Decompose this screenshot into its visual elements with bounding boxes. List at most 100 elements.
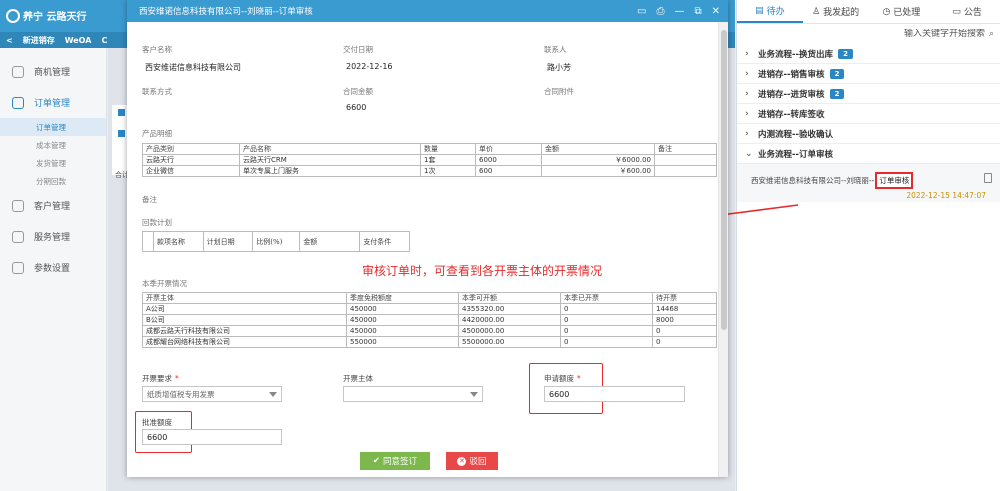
required-mark: * bbox=[577, 374, 581, 383]
invoice-requirement-select[interactable]: 纸质增值税专用发票 bbox=[142, 386, 282, 402]
order-icon bbox=[12, 96, 24, 109]
column-header: 开票主体 bbox=[142, 292, 347, 304]
group-acceptance[interactable]: › 内测流程--验收确认 bbox=[737, 124, 1000, 144]
tab-processed[interactable]: ◷ 已处理 bbox=[869, 0, 935, 23]
count-badge: 2 bbox=[829, 68, 845, 79]
column-header: 款项名称 bbox=[153, 231, 204, 252]
logo-text: 养宁 云路天行 bbox=[23, 12, 87, 23]
contact-value: 路小芳 bbox=[547, 63, 571, 72]
minimize-icon[interactable]: — bbox=[674, 6, 684, 17]
sidebar-item-settings[interactable]: 参数设置 bbox=[0, 252, 106, 283]
contract-attachment-label: 合同附件 bbox=[544, 87, 574, 96]
search-icon[interactable]: ⌕ bbox=[989, 29, 994, 39]
search-input[interactable] bbox=[854, 29, 985, 39]
chevron-down-icon bbox=[269, 391, 277, 397]
table-header-row: 开票主体 季度免税额度 本季可开额 本季已开票 待开票 bbox=[142, 292, 717, 304]
group-order-review[interactable]: ⌄ 业务流程--订单审核 bbox=[737, 144, 1000, 164]
table-cell: ￥6000.00 bbox=[541, 154, 655, 166]
delivery-date-value: 2022-12-16 bbox=[346, 62, 393, 71]
approve-amount-label: 批准额度 bbox=[142, 418, 172, 427]
sidebar-item-orders[interactable]: 订单管理 bbox=[0, 87, 106, 118]
todo-item[interactable]: 西安维诺信息科技有限公司--刘晓丽-- 订单审核 2022-12-15 14:4… bbox=[737, 164, 1000, 202]
dialog-scrollbar[interactable] bbox=[718, 22, 728, 477]
chevron-right-icon: › bbox=[745, 48, 749, 59]
count-badge: 2 bbox=[838, 48, 853, 59]
sidebar-item-label: 商机管理 bbox=[34, 68, 71, 78]
table-cell: A公司 bbox=[142, 303, 347, 315]
table-cell: 1套 bbox=[420, 154, 476, 166]
column-header: 本季已开票 bbox=[560, 292, 653, 304]
apply-amount-input[interactable] bbox=[544, 386, 685, 402]
nav-back-icon[interactable]: < bbox=[6, 36, 13, 45]
table-cell: 5500000.00 bbox=[458, 336, 561, 348]
maximize-icon[interactable]: ⧉ bbox=[694, 6, 701, 17]
column-header: 本季可开额 bbox=[458, 292, 561, 304]
tab-todo[interactable]: ▤ 待办 bbox=[737, 0, 803, 23]
table-cell: 成都云路天行科技有限公司 bbox=[142, 325, 347, 337]
table-header-row: 款项名称 计划日期 比例(%) 金额 支付条件 bbox=[142, 231, 410, 252]
column-header: 季度免税额度 bbox=[346, 292, 459, 304]
sidebar-sub-installment[interactable]: 分期回款 bbox=[0, 172, 106, 190]
column-header bbox=[142, 231, 154, 252]
group-purchase-review[interactable]: › 进销存--进货审核 2 bbox=[737, 84, 1000, 104]
tab-initiated[interactable]: ♙ 我发起的 bbox=[803, 0, 869, 23]
checkbox[interactable] bbox=[118, 130, 125, 137]
payment-plan-table: 款项名称 计划日期 比例(%) 金额 支付条件 bbox=[142, 231, 410, 252]
remark-label: 备注 bbox=[142, 195, 157, 204]
button-label: 同意签订 bbox=[383, 457, 418, 467]
customer-icon bbox=[12, 199, 24, 212]
sidebar-item-customers[interactable]: 客户管理 bbox=[0, 190, 106, 221]
invoice-table: 开票主体 季度免税额度 本季可开额 本季已开票 待开票 A公司 450000 4… bbox=[142, 292, 717, 348]
tab-label: 已处理 bbox=[893, 8, 921, 18]
todo-item-text: 西安维诺信息科技有限公司--刘晓丽-- bbox=[751, 176, 875, 185]
products-table: 产品类别 产品名称 数量 单价 金额 备注 云路天行 云路天行CRM 1套 60… bbox=[142, 143, 717, 177]
column-header: 金额 bbox=[541, 143, 655, 155]
group-sales-review[interactable]: › 进销存--销售审核 2 bbox=[737, 64, 1000, 84]
comment-icon[interactable]: ▭ bbox=[637, 6, 646, 17]
checkbox[interactable] bbox=[118, 109, 125, 116]
table-cell: 单次专属上门服务 bbox=[239, 165, 421, 177]
dialog-body: 客户名称 西安维诺信息科技有限公司 交付日期 2022-12-16 联系人 路小… bbox=[127, 22, 717, 477]
settings-icon bbox=[12, 261, 24, 274]
table-cell: 0 bbox=[652, 325, 717, 337]
group-label: 业务流程--换货出库 bbox=[758, 49, 834, 60]
table-cell: 云路天行 bbox=[142, 154, 240, 166]
print-icon[interactable]: ⎙ bbox=[656, 6, 664, 17]
dialog-title: 西安维诺信息科技有限公司--刘晓丽--订单审核 bbox=[139, 7, 313, 17]
sidebar-sub-orders[interactable]: 订单管理 bbox=[0, 118, 106, 136]
nav-item[interactable]: 新进销存 bbox=[23, 35, 55, 46]
table-row: B公司 450000 4420000.00 0 8000 bbox=[142, 314, 717, 326]
table-cell: ￥600.00 bbox=[541, 165, 655, 177]
scrollbar-thumb[interactable] bbox=[721, 30, 727, 330]
label-text: 申请额度 bbox=[544, 374, 574, 383]
column-header: 产品名称 bbox=[239, 143, 421, 155]
invoice-subject-select[interactable] bbox=[343, 386, 483, 402]
approve-button[interactable]: ✔ 同意签订 bbox=[360, 452, 430, 470]
chevron-down-icon bbox=[470, 391, 478, 397]
table-cell: 云路天行CRM bbox=[239, 154, 421, 166]
nav-item[interactable]: WeOA bbox=[65, 36, 92, 45]
table-cell: 4420000.00 bbox=[458, 314, 561, 326]
sidebar-item-opportunity[interactable]: 商机管理 bbox=[0, 56, 106, 87]
table-cell: B公司 bbox=[142, 314, 347, 326]
sidebar-item-service[interactable]: 服务管理 bbox=[0, 221, 106, 252]
annotation-text: 审核订单时，可查看到各开票主体的开票情况 bbox=[362, 264, 603, 278]
select-value: 纸质增值税专用发票 bbox=[147, 389, 215, 399]
table-row: 企业微信 单次专属上门服务 1次 600 ￥600.00 bbox=[142, 165, 717, 177]
clipboard-icon[interactable] bbox=[984, 173, 992, 183]
table-header-row: 产品类别 产品名称 数量 单价 金额 备注 bbox=[142, 143, 717, 155]
group-transfer-receipt[interactable]: › 进销存--转库签收 bbox=[737, 104, 1000, 124]
reject-button[interactable]: ✕ 驳回 bbox=[446, 452, 498, 470]
sidebar-sub-cost[interactable]: 成本管理 bbox=[0, 136, 106, 154]
close-icon[interactable]: ✕ bbox=[712, 6, 720, 17]
group-exchange-outbound[interactable]: › 业务流程--换货出库 2 bbox=[737, 44, 1000, 64]
approve-amount-input[interactable] bbox=[142, 429, 282, 445]
sidebar-sub-shipping[interactable]: 发货管理 bbox=[0, 154, 106, 172]
table-cell: 1次 bbox=[420, 165, 476, 177]
todo-item-tag: 订单审核 bbox=[875, 172, 914, 189]
customer-label: 客户名称 bbox=[142, 45, 172, 54]
invoice-subject-label: 开票主体 bbox=[343, 374, 373, 383]
nav-item[interactable]: C bbox=[101, 36, 107, 45]
reject-icon: ✕ bbox=[457, 456, 467, 466]
tab-announcements[interactable]: ▭ 公告 bbox=[934, 0, 1000, 23]
